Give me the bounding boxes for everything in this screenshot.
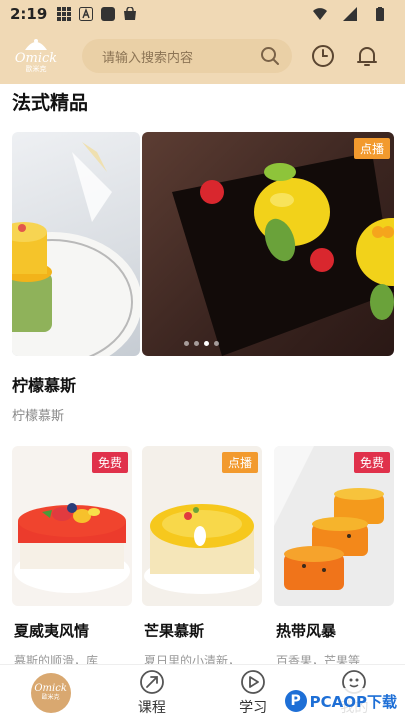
carousel-dot[interactable] bbox=[194, 341, 199, 346]
notification-button[interactable] bbox=[354, 43, 380, 69]
nav-home[interactable]: Omick 歐米克 bbox=[0, 665, 101, 720]
carousel-dot-active[interactable] bbox=[204, 341, 209, 346]
status-time: 2:19 bbox=[10, 5, 48, 23]
clock-icon bbox=[312, 45, 334, 67]
signal-icon bbox=[343, 7, 357, 21]
grid-icon bbox=[57, 7, 72, 21]
play-icon bbox=[241, 669, 266, 694]
banner-badge: 点播 bbox=[353, 138, 390, 159]
banner-carousel[interactable]: 点播 bbox=[0, 132, 405, 356]
wifi-icon bbox=[313, 8, 327, 20]
search-bar[interactable]: 请输入搜索内容 bbox=[82, 39, 292, 73]
square-icon bbox=[101, 7, 116, 21]
banner-title[interactable]: 柠檬慕斯 bbox=[12, 372, 76, 396]
course-title: 热带风暴 bbox=[276, 622, 337, 640]
course-title: 夏威夷风情 bbox=[14, 622, 90, 640]
course-card[interactable]: 点播 芒果慕斯 夏日里的小清新， bbox=[142, 446, 262, 668]
course-badge: 免费 bbox=[353, 452, 390, 473]
watermark: P PCAOP下载 bbox=[280, 688, 401, 714]
carousel-indicator bbox=[184, 341, 219, 346]
course-title: 芒果慕斯 bbox=[144, 622, 205, 640]
course-icon bbox=[139, 669, 164, 694]
course-badge: 免费 bbox=[91, 452, 128, 473]
bag-icon bbox=[124, 7, 137, 20]
search-icon[interactable] bbox=[260, 46, 280, 66]
carousel-dot[interactable] bbox=[214, 341, 219, 346]
history-button[interactable] bbox=[310, 43, 336, 69]
crown-icon bbox=[25, 39, 47, 50]
lemon-mousse-image bbox=[172, 152, 394, 356]
logo-subtext: 歐米克 bbox=[25, 65, 47, 73]
course-image: 免费 bbox=[12, 446, 132, 606]
section-title: 法式精品 bbox=[12, 92, 89, 114]
search-input[interactable]: 请输入搜索内容 bbox=[102, 47, 260, 66]
nav-course[interactable]: 课程 bbox=[101, 665, 202, 720]
course-image: 免费 bbox=[274, 446, 394, 606]
home-logo-icon: Omick 歐米克 bbox=[30, 672, 71, 713]
app-logo[interactable]: Omick 歐米克 bbox=[10, 34, 62, 78]
cake-image bbox=[12, 142, 140, 356]
watermark-logo-icon: P bbox=[284, 690, 307, 712]
course-card[interactable]: 免费 热带风暴 百香果，芒果等 bbox=[274, 446, 394, 668]
status-bar: 2:19 bbox=[0, 0, 405, 28]
banner-slide-active[interactable]: 点播 bbox=[142, 132, 394, 356]
carousel-dot[interactable] bbox=[184, 341, 189, 346]
logo-text: Omick bbox=[14, 51, 58, 66]
course-image: 点播 bbox=[142, 446, 262, 606]
nav-label: 课程 bbox=[137, 699, 166, 716]
banner-slide-prev[interactable] bbox=[12, 132, 140, 356]
course-card[interactable]: 免费 夏威夷风情 慕斯的顺滑，库 bbox=[12, 446, 132, 668]
watermark-text: PCAOP下载 bbox=[309, 692, 397, 711]
a-box-icon bbox=[79, 7, 94, 21]
app-header: Omick 歐米克 请输入搜索内容 bbox=[0, 28, 405, 84]
battery-icon bbox=[376, 7, 384, 21]
status-right bbox=[313, 7, 395, 21]
banner-subtitle: 柠檬慕斯 bbox=[12, 409, 65, 424]
nav-label: 学习 bbox=[239, 699, 268, 716]
bell-icon bbox=[357, 47, 377, 66]
course-badge: 点播 bbox=[221, 452, 258, 473]
